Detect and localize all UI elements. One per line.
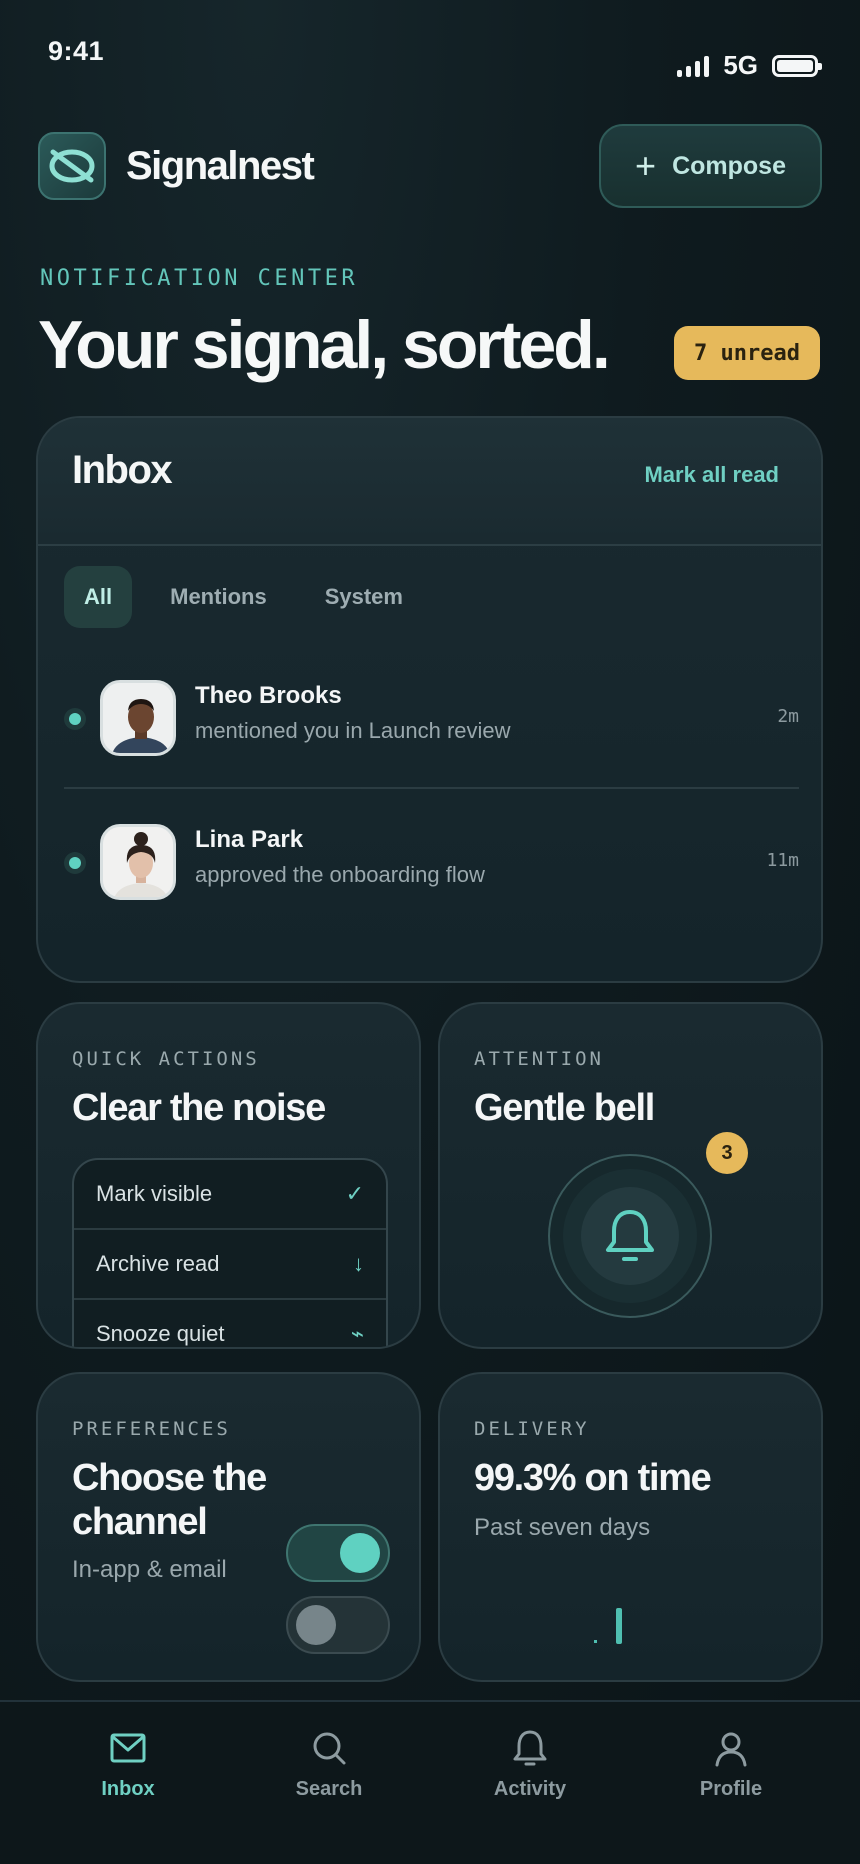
card-subtitle: In-app & email <box>72 1556 227 1583</box>
page-title: Your signal, sorted. <box>38 307 611 383</box>
arrow-down-icon: ↓ <box>353 1251 364 1276</box>
notification-time: 11m <box>766 850 799 871</box>
attention-card: ATTENTION Gentle bell 3 <box>438 1002 823 1349</box>
tab-label: Search <box>295 1778 363 1800</box>
card-title: Choose the channel <box>72 1457 267 1543</box>
compose-button[interactable]: + Compose <box>599 124 822 208</box>
action-label: Archive read <box>96 1251 220 1276</box>
quick-actions-card: QUICK ACTIONS Clear the noise Mark visib… <box>36 1002 421 1349</box>
card-title: 99.3% on time <box>474 1457 712 1499</box>
sparkline-bar <box>616 1608 622 1644</box>
search-icon <box>313 1732 346 1765</box>
action-label: Mark visible <box>96 1181 213 1206</box>
action-mark-visible[interactable]: Mark visible ✓ <box>74 1160 386 1230</box>
compose-label: Compose <box>672 151 786 180</box>
app-logo-icon <box>38 132 106 200</box>
tab-search[interactable]: Search <box>254 1728 404 1801</box>
status-indicators: 5G <box>677 50 822 81</box>
email-toggle[interactable] <box>286 1596 390 1654</box>
signal-icon <box>677 55 710 77</box>
action-snooze-quiet[interactable]: Snooze quiet ⌁ <box>74 1300 386 1347</box>
status-time: 9:41 <box>48 36 105 66</box>
delivery-card: DELIVERY 99.3% on time Past seven days <box>438 1372 823 1682</box>
plus-icon: + <box>635 145 657 186</box>
delivery-sparkline <box>594 1608 622 1644</box>
bell-count-badge: 3 <box>706 1132 748 1174</box>
in-app-toggle[interactable] <box>286 1524 390 1582</box>
avatar <box>100 680 176 756</box>
battery-icon <box>772 54 822 77</box>
notification-text: approved the onboarding flow <box>195 862 485 887</box>
network-label: 5G <box>723 50 758 80</box>
sparkline-bar <box>594 1640 597 1643</box>
card-kicker: DELIVERY <box>474 1418 590 1440</box>
mail-icon <box>110 1733 146 1763</box>
action-label: Snooze quiet <box>96 1321 225 1346</box>
card-kicker: ATTENTION <box>474 1048 604 1070</box>
tab-label: Activity <box>493 1778 567 1800</box>
list-divider <box>64 787 799 789</box>
tab-profile[interactable]: Profile <box>656 1728 806 1801</box>
unread-dot <box>64 708 86 730</box>
bell-icon <box>606 1210 654 1261</box>
bell-icon <box>513 1730 547 1766</box>
tab-activity[interactable]: Activity <box>455 1728 605 1801</box>
notification-time: 2m <box>777 706 799 727</box>
tab-inbox[interactable]: Inbox <box>53 1728 203 1801</box>
inbox-card: Inbox Mark all read All Mentions System … <box>36 416 823 983</box>
bottom-tab-bar: Inbox Search Activity Profile <box>0 1700 860 1864</box>
brand-name: Signalnest <box>126 143 315 188</box>
card-title: Clear the noise <box>72 1087 326 1129</box>
preferences-card: PREFERENCES Choose the channel In-app & … <box>36 1372 421 1682</box>
notification-item[interactable]: Theo Brooks mentioned you in Launch revi… <box>64 670 799 780</box>
snooze-icon: ⌁ <box>350 1321 364 1346</box>
inbox-tabs: All Mentions System <box>64 566 423 628</box>
section-eyebrow: NOTIFICATION CENTER <box>40 266 359 291</box>
notification-sender: Lina Park <box>195 826 304 853</box>
card-subtitle: Past seven days <box>474 1514 651 1541</box>
tab-system[interactable]: System <box>305 566 423 628</box>
notification-text: mentioned you in Launch review <box>195 718 511 743</box>
card-title: Gentle bell <box>474 1087 655 1129</box>
unread-badge[interactable]: 7 unread <box>674 326 820 380</box>
quick-actions-list: Mark visible ✓ Archive read ↓ Snooze qui… <box>72 1158 388 1347</box>
tab-all[interactable]: All <box>64 566 133 628</box>
avatar <box>100 824 176 900</box>
bell-button[interactable] <box>548 1154 712 1318</box>
tab-mentions[interactable]: Mentions <box>150 566 287 628</box>
brand: Signalnest <box>38 132 315 200</box>
notification-sender: Theo Brooks <box>195 682 342 709</box>
mark-all-read-link[interactable]: Mark all read <box>644 462 779 488</box>
unread-dot <box>64 852 86 874</box>
inbox-header: Inbox Mark all read <box>38 418 821 546</box>
tab-label: Profile <box>699 1778 763 1800</box>
profile-icon <box>715 1732 747 1767</box>
inbox-title: Inbox <box>72 448 173 492</box>
action-archive-read[interactable]: Archive read ↓ <box>74 1230 386 1300</box>
tab-label: Inbox <box>101 1778 155 1800</box>
card-kicker: QUICK ACTIONS <box>72 1048 260 1070</box>
notification-item[interactable]: Lina Park approved the onboarding flow 1… <box>64 814 799 924</box>
check-icon: ✓ <box>345 1181 364 1206</box>
card-kicker: PREFERENCES <box>72 1418 231 1440</box>
